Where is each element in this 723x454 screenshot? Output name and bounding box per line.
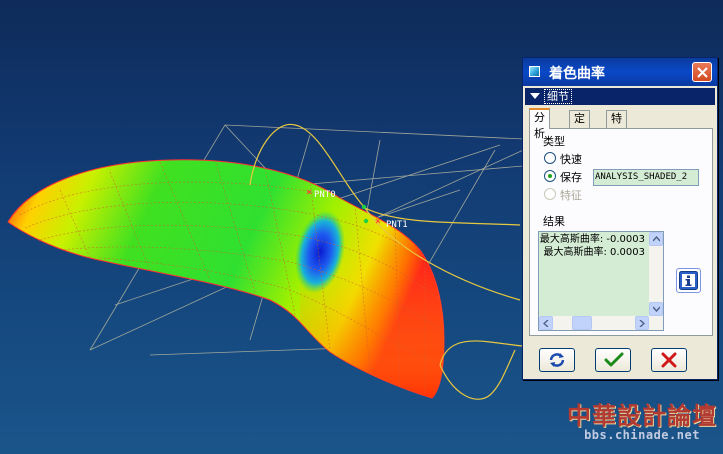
watermark-chinese-text: 中華設計論壇 [567, 401, 717, 430]
refresh-icon [549, 353, 565, 367]
arrow-down-icon [653, 306, 660, 312]
close-button[interactable] [692, 62, 712, 82]
details-section-header[interactable]: 细节 [525, 88, 715, 105]
section-label: 细节 [544, 89, 572, 104]
analysis-panel: 类型 快速 保存 ANALYSIS_SHADED_2 特征 结果 最大高斯曲率:… [529, 128, 713, 336]
cancel-button[interactable] [651, 348, 687, 372]
analysis-name-input[interactable]: ANALYSIS_SHADED_2 [593, 169, 699, 186]
point-label-pnt1: PNT1 [386, 220, 408, 230]
arrow-right-icon [639, 320, 645, 327]
tab-feature[interactable]: 特征 [606, 110, 627, 141]
horizontal-scrollbar[interactable] [539, 316, 663, 330]
radio-saved-label: 保存 [560, 171, 582, 184]
horizontal-scroll-thumb[interactable] [572, 316, 592, 330]
close-icon [697, 67, 708, 78]
arrow-left-icon [543, 320, 549, 327]
info-icon [679, 271, 698, 290]
arrow-up-icon [653, 236, 660, 242]
result-line-max: 最大高斯曲率: -0.0003 [539, 234, 645, 245]
vertical-scrollbar[interactable] [649, 232, 663, 316]
info-button[interactable] [676, 268, 701, 293]
ok-button[interactable] [595, 348, 631, 372]
cancel-x-icon [661, 352, 677, 368]
scroll-right-button[interactable] [635, 316, 649, 330]
surface-icon [529, 66, 540, 77]
shaded-curvature-surface[interactable] [7, 159, 450, 410]
dialog-titlebar[interactable]: 着色曲率 [523, 58, 717, 86]
checkmark-icon [604, 352, 624, 367]
radio-feature-label: 特征 [560, 189, 582, 202]
scroll-down-button[interactable] [649, 302, 663, 316]
compute-button[interactable] [539, 348, 575, 372]
point-label-pnt0: PNT0 [314, 190, 336, 200]
radio-feature [544, 188, 556, 200]
result-line-min: 最大高斯曲率: 0.0003 [543, 247, 645, 258]
radio-quick[interactable] [544, 152, 556, 164]
shaded-curvature-dialog: 着色曲率 细节 分析 定义 特征 类型 快速 保存 ANALYSIS_SHADE… [522, 57, 718, 380]
radio-saved[interactable] [544, 170, 556, 182]
type-group-label: 类型 [543, 135, 565, 148]
forum-watermark: 中華設計論壇 bbs.chinade.net [565, 396, 719, 450]
radio-quick-label: 快速 [560, 153, 582, 166]
scroll-left-button[interactable] [539, 316, 553, 330]
tab-definition[interactable]: 定义 [569, 110, 590, 141]
results-textarea[interactable]: 最大高斯曲率: -0.0003 最大高斯曲率: 0.0003 [538, 231, 664, 331]
tab-analysis[interactable]: 分析 [529, 108, 550, 140]
collapse-arrow-icon [530, 93, 540, 99]
scroll-up-button[interactable] [649, 232, 663, 246]
results-group-label: 结果 [543, 215, 565, 228]
dialog-title: 着色曲率 [549, 66, 605, 82]
watermark-url: bbs.chinade.net [584, 428, 700, 442]
